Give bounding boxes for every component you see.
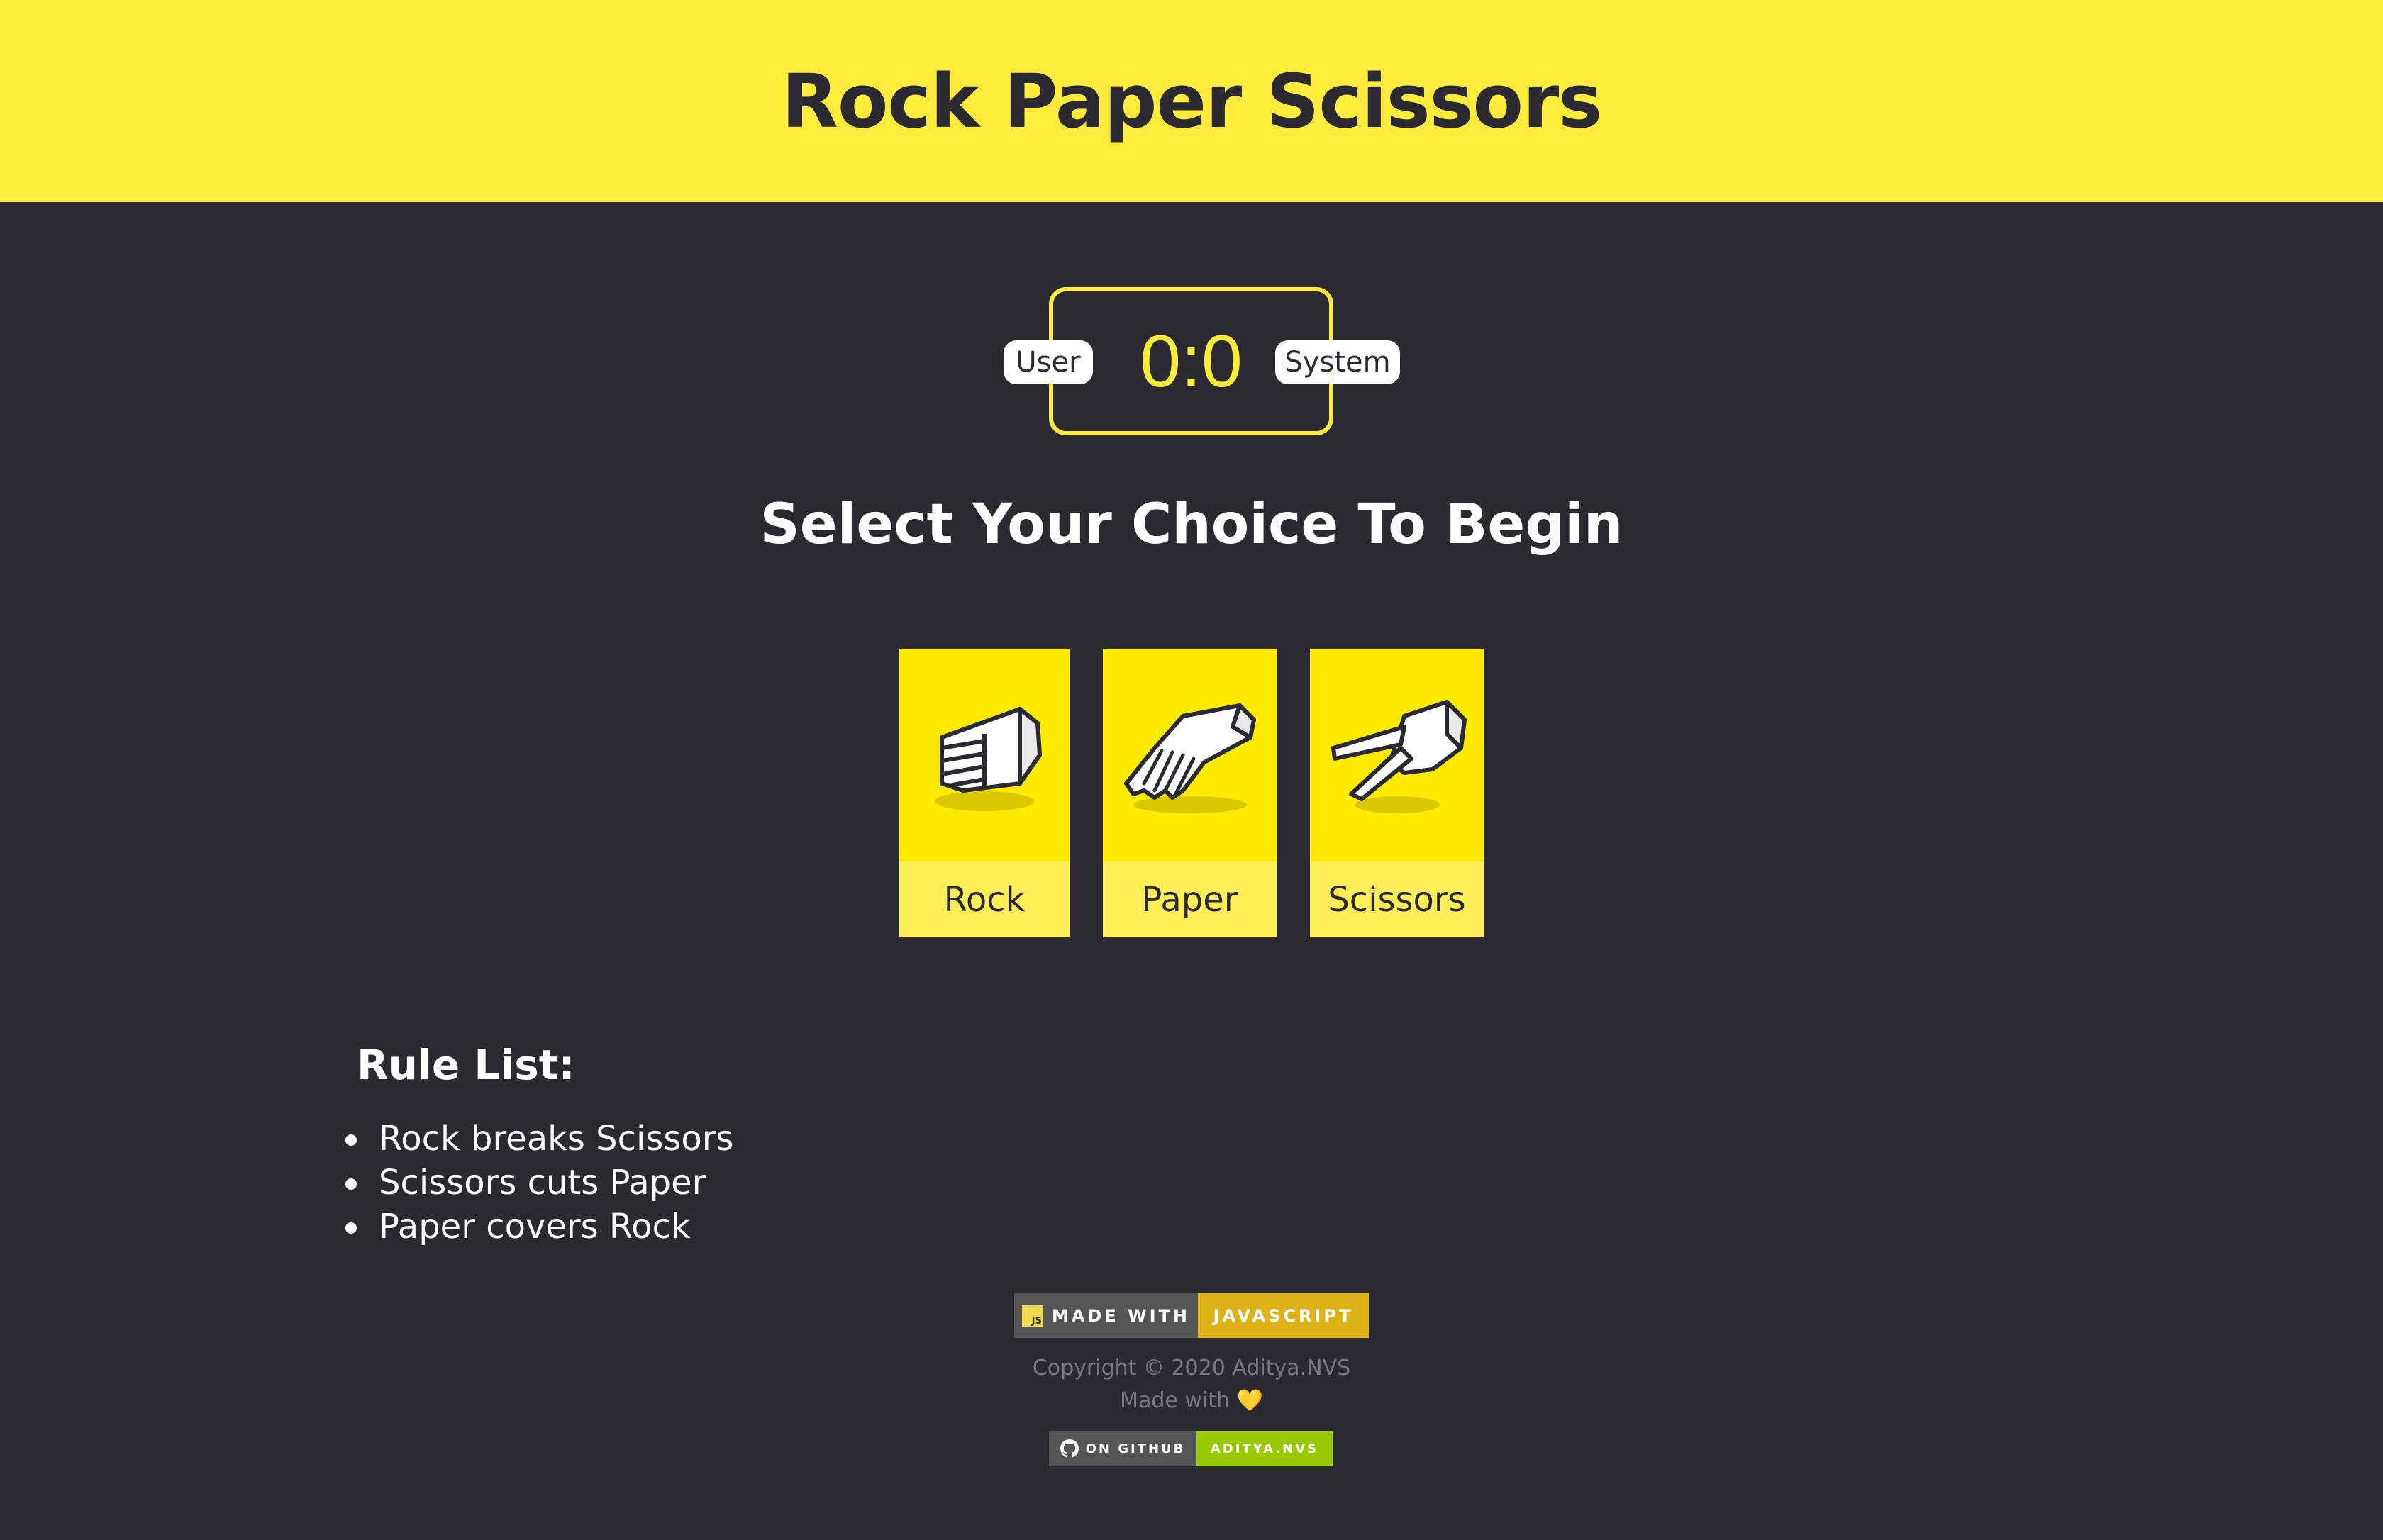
rock-art <box>899 649 1070 861</box>
made-with-text: Made with 💛 <box>0 1388 2383 1413</box>
instruction-heading: Select Your Choice To Begin <box>760 493 1623 557</box>
js-icon-letters: JS <box>1031 1315 1042 1327</box>
choice-rock-label: Rock <box>899 861 1070 937</box>
github-badge-left-label: On GitHub <box>1085 1441 1186 1456</box>
js-badge-left: JS Made with <box>1014 1293 1198 1338</box>
choice-scissors-button[interactable]: Scissors <box>1310 649 1484 937</box>
rules-list: Rock breaks Scissors Scissors cuts Paper… <box>343 1117 733 1249</box>
rule-item: Rock breaks Scissors <box>343 1117 733 1161</box>
choice-paper-label: Paper <box>1103 861 1277 937</box>
rule-item: Paper covers Rock <box>343 1205 733 1249</box>
made-with-javascript-badge[interactable]: JS Made with JavaScript <box>1014 1293 1369 1338</box>
js-badge-left-label: Made with <box>1052 1305 1190 1326</box>
js-icon: JS <box>1022 1305 1043 1327</box>
rules-title: Rule List: <box>357 1041 575 1089</box>
js-badge-right-label: JavaScript <box>1198 1293 1369 1338</box>
github-badge-right-label: Aditya.NVS <box>1196 1431 1333 1466</box>
rule-item: Scissors cuts Paper <box>343 1161 733 1205</box>
scissors-hand-icon <box>1331 700 1467 813</box>
choice-paper-button[interactable]: Paper <box>1103 649 1277 937</box>
github-icon <box>1060 1439 1079 1458</box>
user-score-label: User <box>1004 340 1093 384</box>
copyright-text: Copyright © 2020 Aditya.NVS <box>1032 1356 1351 1380</box>
system-score-label: System <box>1275 340 1400 384</box>
app-header: Rock Paper Scissors <box>0 0 2383 202</box>
scissors-art <box>1310 649 1484 861</box>
github-badge[interactable]: On GitHub Aditya.NVS <box>1049 1431 1333 1466</box>
rock-hand-icon <box>935 707 1042 811</box>
choice-rock-button[interactable]: Rock <box>899 649 1070 937</box>
paper-hand-icon <box>1123 703 1256 813</box>
paper-art <box>1103 649 1277 861</box>
made-with-label: Made with <box>1120 1388 1231 1413</box>
page-title: Rock Paper Scissors <box>781 57 1602 145</box>
github-badge-left: On GitHub <box>1049 1431 1196 1466</box>
heart-icon: 💛 <box>1236 1388 1263 1413</box>
choice-scissors-label: Scissors <box>1310 861 1484 937</box>
